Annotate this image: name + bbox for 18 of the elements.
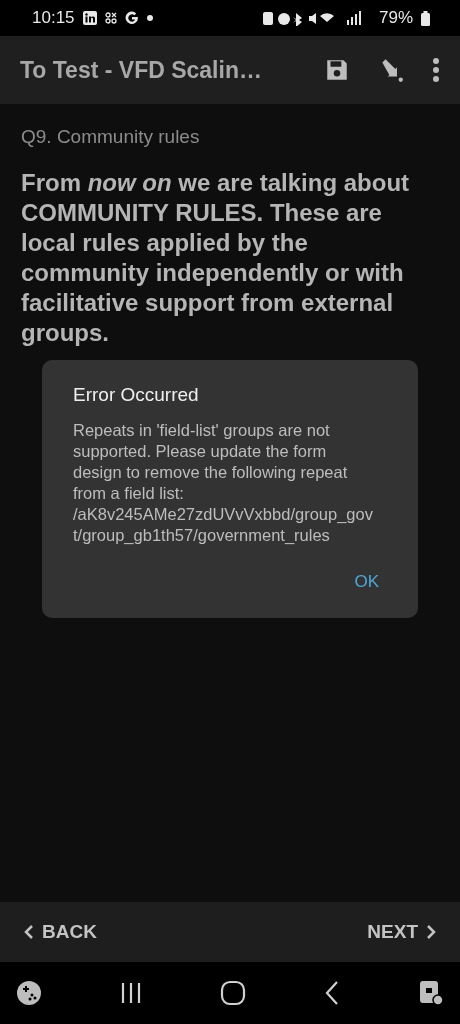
ok-button[interactable]: OK <box>346 568 387 596</box>
dialog-title: Error Occurred <box>73 384 200 406</box>
question-label: Q9. Community rules <box>21 126 201 148</box>
chevron-left-icon <box>24 924 34 940</box>
form-title: To Test - VFD Scalin… <box>20 56 263 84</box>
question-text: From now on we are talking about COMMUNITY RULES. These are local rules applied by the community independently or with facilitative support from external groups. <box>21 168 411 348</box>
chevron-right-icon <box>426 924 436 940</box>
dot-icon <box>146 15 153 21</box>
dialog-message: Repeats in 'field-list' groups are not supported. Please update the form design to remove the following repeat from a field list: /aK8v245AMe27zdUVvVxbbd/group_govt/group_gb1th57/government_rules <box>73 420 374 546</box>
more-icon <box>432 57 440 83</box>
g-logo-icon <box>124 11 139 25</box>
grid-dots-icon <box>104 12 117 24</box>
clock: 10:15 <box>32 8 75 28</box>
battery-level: 79% <box>378 8 413 28</box>
battery-icon <box>421 10 430 26</box>
next-button[interactable]: NEXT <box>363 917 440 947</box>
back-button[interactable]: BACK <box>20 917 101 947</box>
linkedin-icon <box>82 11 97 25</box>
